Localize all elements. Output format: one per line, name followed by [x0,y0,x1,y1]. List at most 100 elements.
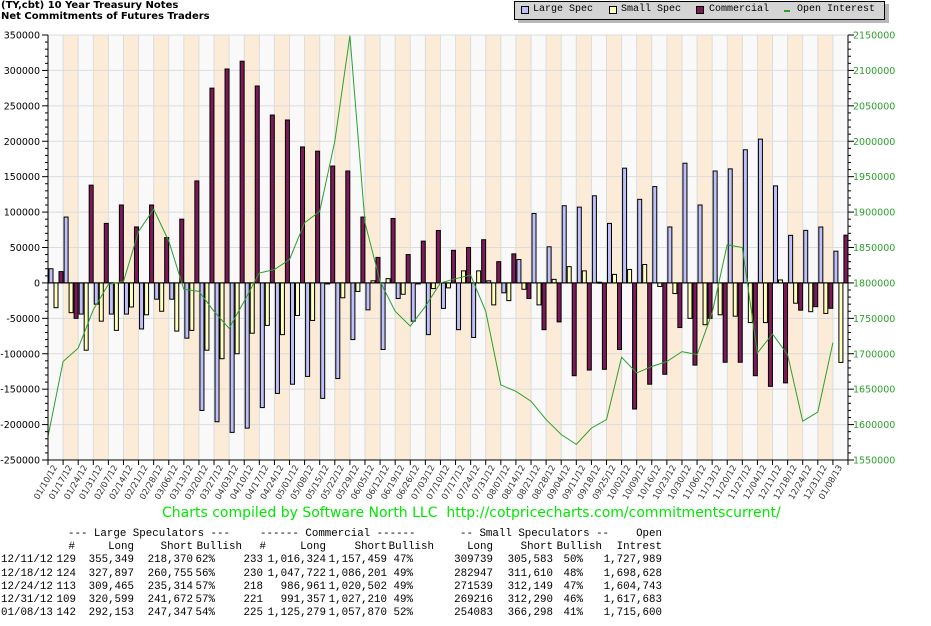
bar-commercial [73,282,79,319]
table-cell: 50% [563,554,583,567]
table-cell: 230 [243,567,263,580]
bar-small-spec [732,282,738,317]
bar-large-spec [561,205,567,284]
bar-small-spec [762,282,768,324]
table-cell: 271539 [454,580,493,593]
bar-large-spec [139,282,145,330]
bar-large-spec [531,213,537,284]
bar-small-spec [310,282,316,321]
left-axis-label: -50000 [6,314,40,325]
legend-label-commercial: Commercial [709,4,770,15]
table-cell: 1,604,743 [603,580,662,593]
legend-swatch-commercial [696,6,704,14]
bar-small-spec [98,282,104,322]
bar-small-spec [657,282,663,287]
table-cell: 1,086,201 [328,567,387,580]
left-axis-label: 50000 [10,243,40,254]
table-cell: 221 [243,594,263,606]
left-axis-label: 300000 [4,66,40,77]
bar-small-spec [566,266,572,284]
bar-small-spec [128,282,134,308]
left-axis-label: -100000 [0,349,40,360]
table-cell: 260,755 [147,567,193,580]
column-header: Short [520,541,553,554]
left-axis-label: 0 [34,278,40,289]
bar-large-spec [350,282,356,341]
chart-subtitle: Net Commitments of Futures Traders [1,11,210,22]
bar-large-spec [214,282,220,423]
bar-commercial [496,261,502,284]
table-cell: 366,298 [507,607,553,620]
bar-large-spec [123,282,129,315]
bar-small-spec [521,282,527,290]
left-axis-label: 100000 [4,208,40,219]
bar-large-spec [546,246,552,284]
table-cell: 292,153 [88,607,134,620]
bar-large-spec [93,282,99,305]
bar-large-spec [833,250,839,284]
bar-large-spec [290,282,296,385]
right-axis-label: 1950000 [853,172,895,183]
bar-commercial [632,282,638,410]
column-header: Intrest [616,541,662,554]
bar-small-spec [506,282,512,302]
bar-small-spec [611,273,617,284]
bar-commercial [466,247,472,284]
table-cell: 254083 [454,607,493,620]
bar-small-spec [536,282,542,306]
table-cell-date: 12/24/12 [1,580,53,593]
table-cell: 52% [393,607,413,620]
bar-commercial [783,282,789,384]
table-cell: 41% [563,607,583,620]
table-cell: 233 [243,554,263,567]
right-axis-label: 2000000 [853,137,895,148]
table-cell: 113 [56,580,76,593]
bar-small-spec [445,282,451,289]
bar-commercial [677,282,683,329]
bar-large-spec [320,282,326,399]
table-cell: 142 [56,607,76,620]
bar-commercial [224,68,230,284]
table-cell: 62% [195,554,215,567]
right-axis-label: 2150000 [853,31,895,42]
header-small-speculators: -- Small Speculators -- [460,528,610,540]
table-cell: 1,027,210 [328,594,387,606]
bar-small-spec [264,282,270,326]
legend-swatch-large-spec [521,6,529,14]
table-cell: 1,715,600 [603,607,662,620]
bar-commercial [239,60,245,284]
table-cell: 57% [195,594,215,606]
table-cell: 305,583 [507,554,553,567]
chart-title: (TY,cbt) 10 Year Treasury Notes [1,0,179,11]
bar-commercial [360,216,366,284]
bar-large-spec [259,282,265,409]
table-cell: 57% [195,580,215,593]
bar-large-spec [184,282,190,339]
bar-commercial [571,282,577,377]
right-axis-label: 1550000 [853,456,895,467]
column-header: Bullish [196,541,242,554]
bar-large-spec [305,282,311,377]
left-axis-label: -200000 [0,420,40,431]
bar-small-spec [385,278,391,284]
table-cell: 218,370 [147,554,193,567]
bar-small-spec [249,282,255,334]
table-cell: 311,610 [507,567,553,580]
table-cell: 49% [393,567,413,580]
table-cell: 47% [393,554,413,567]
bar-small-spec [717,282,723,316]
table-cell: 1,698,628 [603,567,662,580]
column-header: # [68,541,75,554]
bar-commercial [118,204,124,284]
bar-small-spec [702,282,708,326]
bar-large-spec [48,268,54,284]
table-cell: 129 [56,554,76,567]
table-cell: 1,047,722 [267,567,326,580]
right-axis-label: 1600000 [853,420,895,431]
bar-commercial [586,282,592,371]
bar-commercial [798,282,804,311]
table-cell: 309,465 [88,580,134,593]
bar-large-spec [637,198,643,284]
table-cell: 986,961 [280,580,326,593]
bar-small-spec [672,282,678,295]
